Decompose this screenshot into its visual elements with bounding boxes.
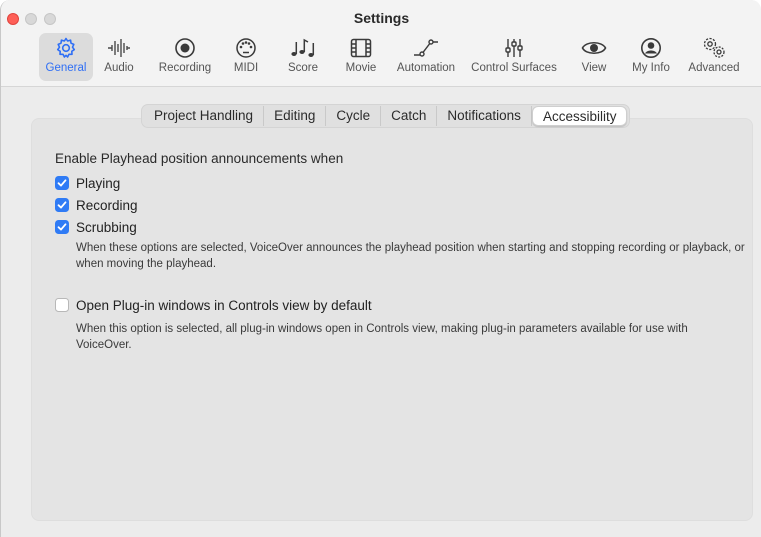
toolbar-item-label: Control Surfaces — [471, 62, 557, 74]
person-icon — [636, 35, 666, 61]
toolbar-item-movie[interactable]: Movie — [340, 33, 382, 81]
scrubbing-checkbox[interactable] — [55, 220, 69, 234]
toolbar-item-view[interactable]: View — [574, 33, 614, 81]
toolbar-item-label: Audio — [104, 62, 134, 74]
tab-project-handling[interactable]: Project Handling — [144, 106, 265, 126]
accessibility-panel — [31, 118, 753, 521]
music-notes-icon — [288, 35, 318, 61]
midi-port-icon — [231, 35, 261, 61]
toolbar-item-midi[interactable]: MIDI — [227, 33, 265, 81]
tab-editing[interactable]: Editing — [264, 106, 327, 126]
plugin-controls-checkbox-row[interactable]: Open Plug-in windows in Controls view by… — [55, 296, 372, 314]
automation-curve-icon — [411, 35, 441, 61]
toolbar-item-label: Automation — [396, 62, 456, 74]
tab-catch[interactable]: Catch — [381, 106, 438, 126]
playing-label: Playing — [76, 175, 121, 191]
toolbar-item-general[interactable]: General — [39, 33, 93, 81]
toolbar-item-label: General — [45, 62, 87, 74]
record-icon — [170, 35, 200, 61]
toolbar-item-automation[interactable]: Automation — [393, 33, 459, 81]
toolbar-item-label: Movie — [345, 62, 377, 74]
playing-checkbox-row[interactable]: Playing — [55, 174, 120, 192]
toolbar-item-label: Score — [287, 62, 319, 74]
toolbar-item-audio[interactable]: Audio — [99, 33, 139, 81]
settings-window: Settings General Audio Recording MIDI Sc… — [0, 0, 761, 537]
checkmark-icon — [57, 223, 67, 231]
toolbar-item-recording[interactable]: Recording — [155, 33, 215, 81]
playing-checkbox[interactable] — [55, 176, 69, 190]
toolbar-item-label: MIDI — [233, 62, 259, 74]
voiceover-description: When these options are selected, VoiceOv… — [76, 242, 745, 270]
checkmark-icon — [57, 201, 67, 209]
toolbar: Settings General Audio Recording MIDI Sc… — [1, 0, 761, 87]
playhead-announcements-heading: Enable Playhead position announcements w… — [55, 151, 344, 166]
toolbar-item-label: Advanced — [688, 62, 740, 74]
window-title: Settings — [353, 10, 410, 26]
scrubbing-label: Scrubbing — [76, 219, 137, 235]
toolbar-item-score[interactable]: Score — [283, 33, 323, 81]
plugin-controls-label: Open Plug-in windows in Controls view by… — [76, 297, 372, 313]
toolbar-item-label: Recording — [158, 62, 212, 74]
toolbar-item-advanced[interactable]: Advanced — [685, 33, 743, 81]
faders-icon — [499, 35, 529, 61]
plugin-description: When this option is selected, all plug-i… — [76, 323, 688, 351]
waveform-icon — [104, 35, 134, 61]
scrubbing-checkbox-row[interactable]: Scrubbing — [55, 218, 137, 236]
tab-accessibility[interactable]: Accessibility — [531, 106, 628, 126]
recording-checkbox-row[interactable]: Recording — [55, 196, 138, 214]
gear-icon — [51, 35, 81, 61]
tab-cycle[interactable]: Cycle — [326, 106, 382, 126]
plugin-controls-checkbox[interactable] — [55, 298, 69, 312]
toolbar-item-label: View — [581, 62, 607, 74]
recording-checkbox[interactable] — [55, 198, 69, 212]
toolbar-item-label: My Info — [632, 62, 670, 74]
gears-icon — [699, 35, 729, 61]
settings-content: Project Handling Editing Cycle Catch Not… — [1, 88, 761, 537]
settings-tab-bar: Project Handling Editing Cycle Catch Not… — [141, 104, 631, 128]
eye-icon — [579, 35, 609, 61]
tab-notifications[interactable]: Notifications — [437, 106, 532, 126]
toolbar-item-my-info[interactable]: My Info — [627, 33, 675, 81]
film-icon — [346, 35, 376, 61]
checkmark-icon — [57, 179, 67, 187]
recording-label: Recording — [76, 197, 138, 213]
toolbar-item-control-surfaces[interactable]: Control Surfaces — [467, 33, 561, 81]
